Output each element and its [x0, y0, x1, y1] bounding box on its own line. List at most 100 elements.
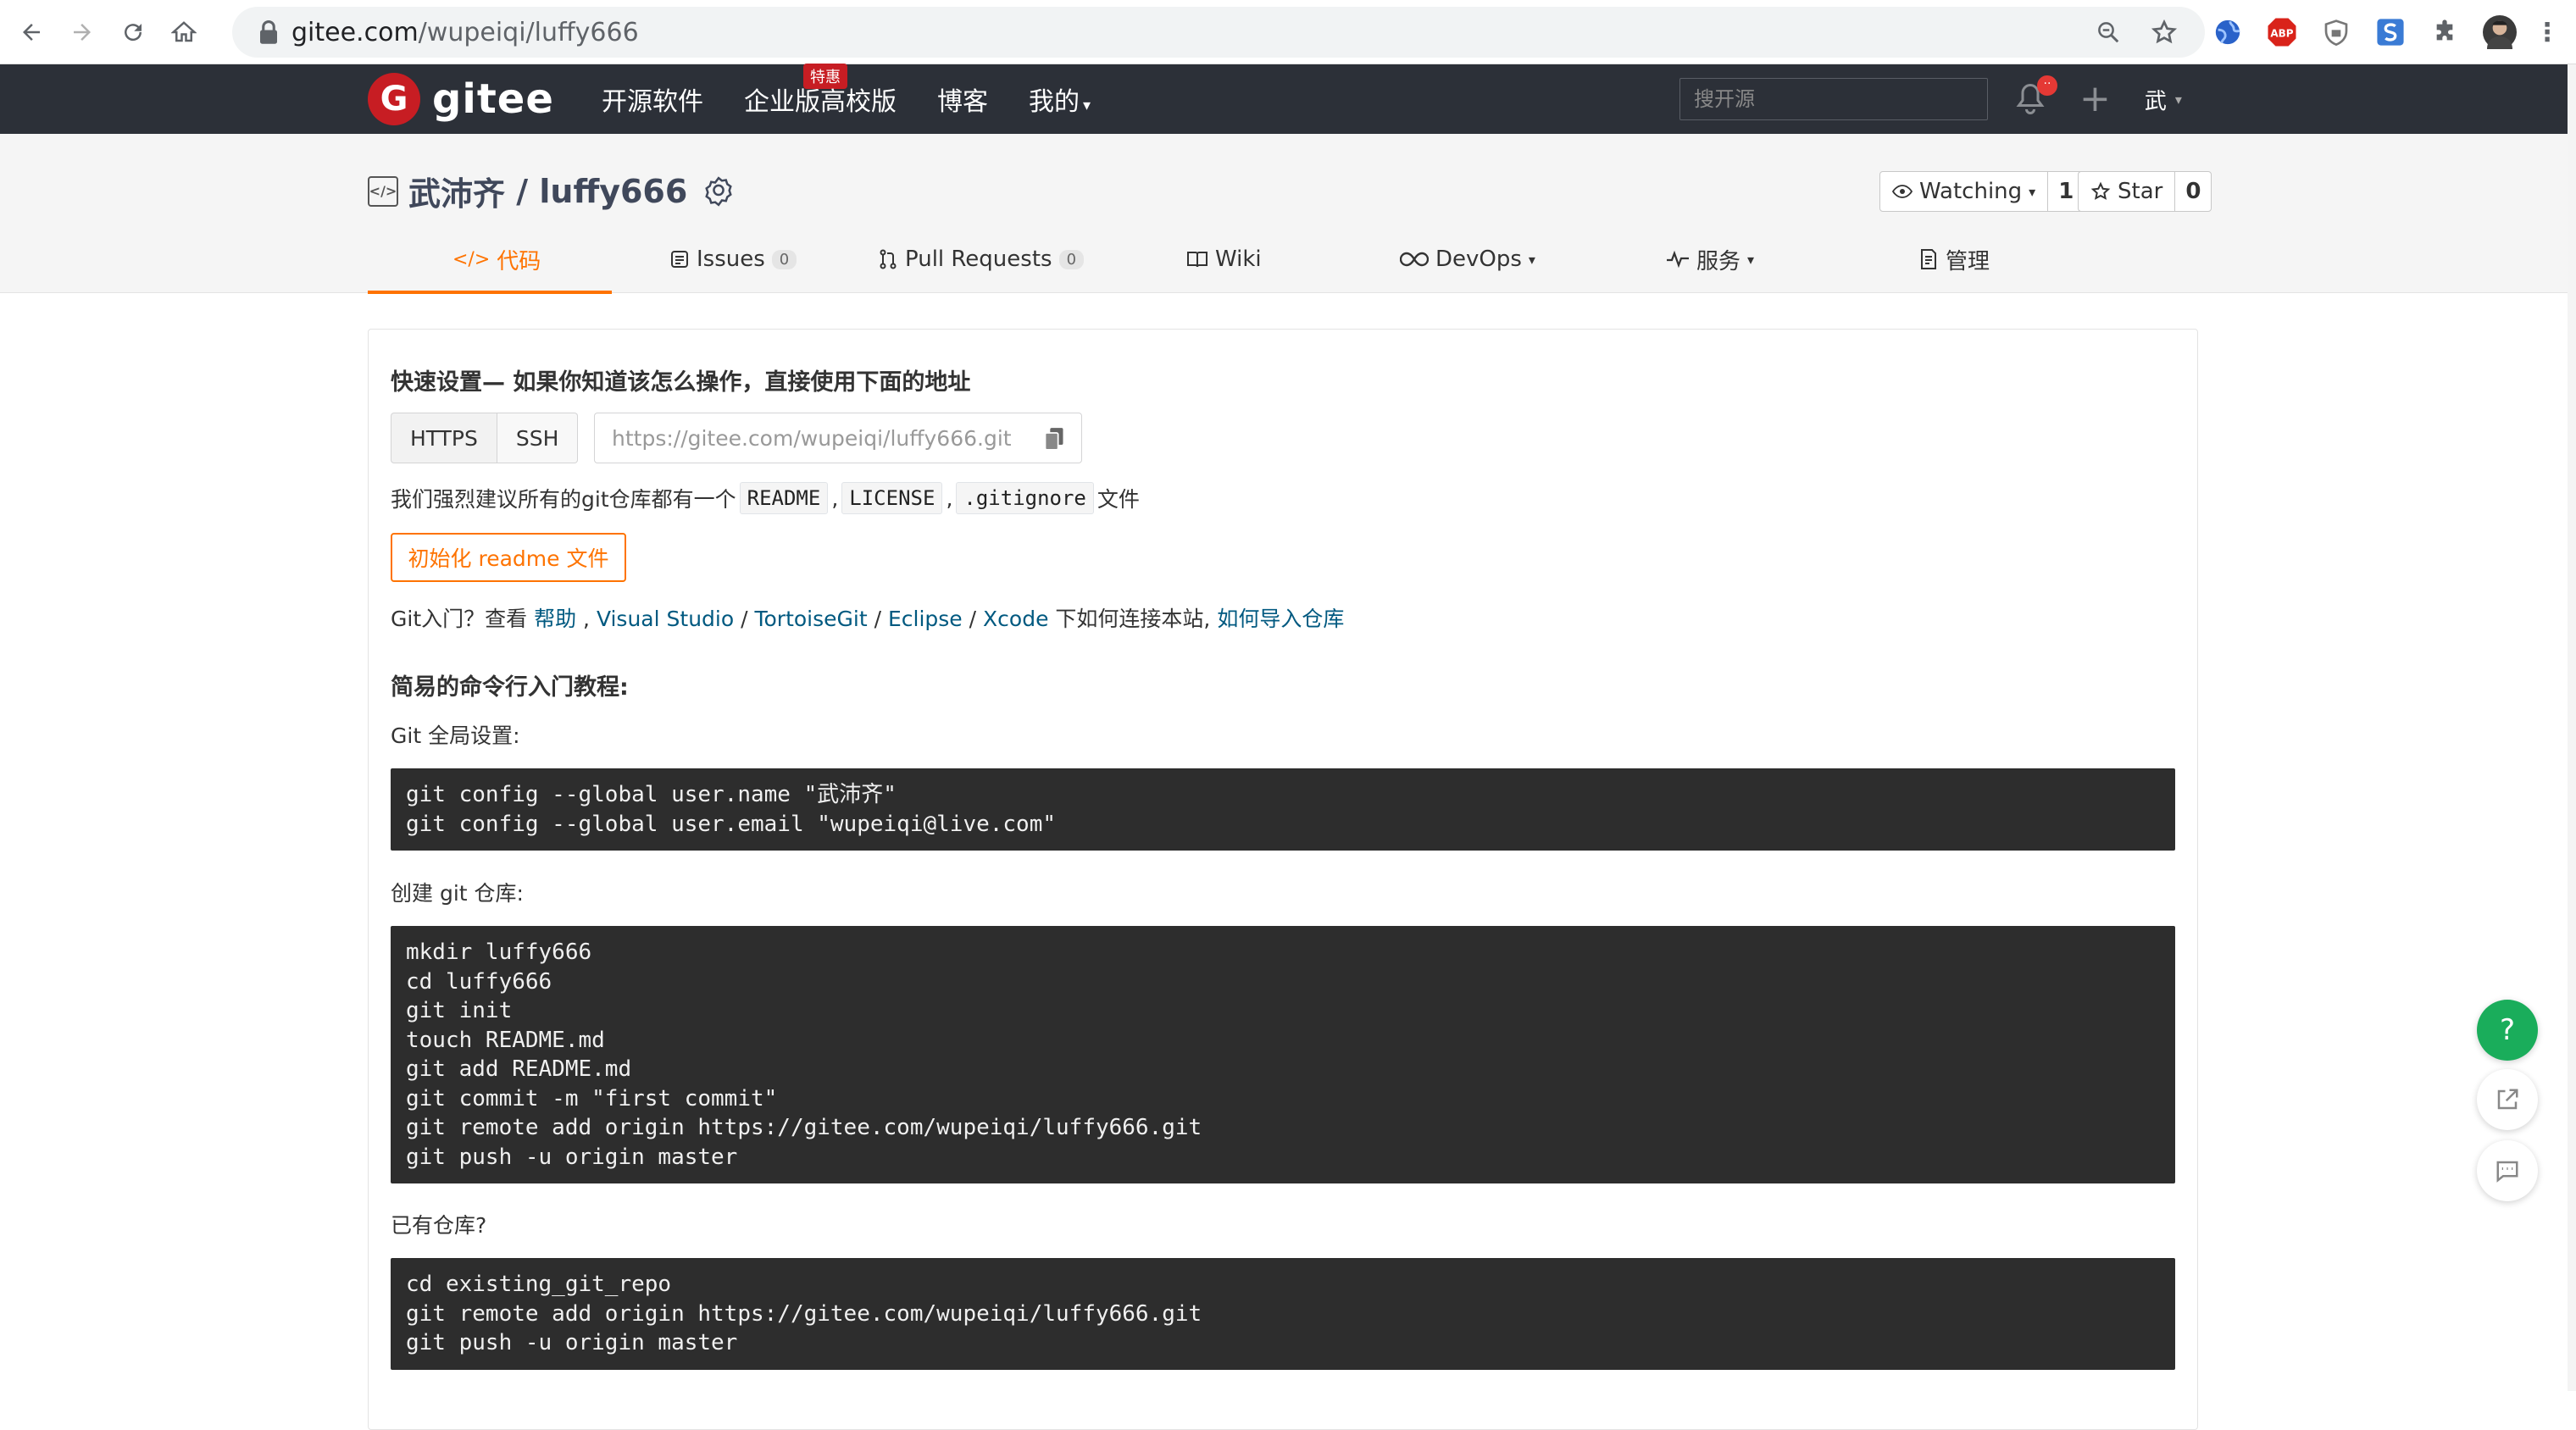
ssh-tab[interactable]: SSH: [497, 413, 579, 463]
git-help-middle: 下如何连接本站,: [1055, 607, 1211, 631]
notification-bell[interactable]: ··: [2015, 75, 2057, 116]
infinity-icon: [1400, 252, 1429, 267]
watch-button[interactable]: Watching ▾: [1880, 172, 2049, 211]
tab-pull-requests[interactable]: Pull Requests 0: [878, 225, 1085, 293]
repo-owner-link[interactable]: 武沛齐: [408, 168, 505, 214]
tab-issues[interactable]: Issues 0: [669, 225, 797, 293]
profile-avatar[interactable]: [2483, 15, 2517, 49]
tab-manage-label: 管理: [1946, 248, 1990, 274]
readme-tag: README: [739, 482, 829, 514]
recommend-files-text: 我们强烈建议所有的git仓库都有一个 README, LICENSE, .git…: [391, 482, 1140, 514]
protocol-switch: HTTPS SSH: [391, 413, 579, 463]
abp-extension-icon[interactable]: ABP: [2266, 16, 2298, 48]
gitee-logo-text: gitee: [432, 75, 554, 123]
nav-education[interactable]: 高校版: [820, 80, 897, 118]
eclipse-link[interactable]: Eclipse: [888, 607, 963, 631]
main-nav: 开源软件 企业版 特惠 高校版 博客 我的 ▾: [602, 64, 1131, 134]
tab-manage[interactable]: 管理: [1918, 225, 1990, 293]
bookmark-star-icon[interactable]: [2147, 15, 2181, 49]
nav-mine[interactable]: 我的 ▾: [1029, 80, 1091, 118]
caret-down-icon: ▾: [1083, 97, 1091, 114]
create-repo-label: 创建 git 仓库:: [391, 881, 524, 906]
globe-extension-icon[interactable]: [2212, 16, 2244, 48]
nav-open-source[interactable]: 开源软件: [602, 80, 703, 118]
lock-icon: [260, 19, 277, 44]
quick-setup-title: 快速设置— 如果你知道该怎么操作，直接使用下面的地址: [391, 369, 971, 396]
s-extension-icon[interactable]: [2374, 16, 2407, 48]
git-help-text: Git入门？查看 帮助 , Visual Studio / TortoiseGi…: [391, 607, 1345, 631]
feedback-float-button[interactable]: [2477, 1069, 2538, 1130]
tab-devops-label: DevOps: [1435, 247, 1522, 272]
chat-icon: [2496, 1161, 2518, 1183]
nav-enterprise[interactable]: 企业版 特惠: [744, 64, 847, 118]
init-readme-button[interactable]: 初始化 readme 文件: [391, 533, 626, 582]
clone-url-text: https://gitee.com/wupeiqi/luffy666.git: [612, 425, 1012, 451]
shield-extension-icon[interactable]: [2320, 16, 2352, 48]
copy-icon[interactable]: [1044, 427, 1064, 451]
import-repo-link[interactable]: 如何导入仓库: [1217, 607, 1344, 631]
create-plus-icon[interactable]: +: [2079, 80, 2111, 118]
gitee-logo[interactable]: G gitee: [368, 73, 554, 125]
issues-count-badge: 0: [771, 249, 797, 269]
repo-title: </> 武沛齐 / luffy666: [368, 168, 735, 214]
browser-menu-icon[interactable]: ⋮: [2534, 16, 2560, 48]
reload-button[interactable]: [114, 13, 153, 52]
repo-tabs: </> 代码 Issues 0 Pull Requests 0 Wiki Dev…: [368, 225, 2196, 294]
tab-pulls-label: Pull Requests: [905, 247, 1052, 272]
forward-button[interactable]: [63, 13, 102, 52]
caret-down-icon: ▾: [1528, 251, 1535, 268]
zoom-icon[interactable]: [2091, 15, 2125, 49]
https-tab[interactable]: HTTPS: [391, 413, 497, 463]
book-icon: [1187, 252, 1208, 268]
caret-down-icon: ▾: [1747, 251, 1755, 268]
question-icon: ?: [2499, 1013, 2516, 1047]
puzzle-extension-icon[interactable]: [2429, 16, 2461, 48]
search-input[interactable]: 搜开源: [1679, 78, 1988, 120]
back-arrow-icon: [23, 23, 40, 41]
repo-code-icon: </>: [368, 175, 398, 207]
project-header: </> 武沛齐 / luffy666 Watching ▾ 1 Star 0 <…: [0, 134, 2576, 294]
star-button-group: Star 0: [2078, 171, 2212, 212]
gitignore-tag: .gitignore: [956, 482, 1094, 514]
issues-icon: [671, 251, 688, 268]
help-float-button[interactable]: ?: [2477, 1000, 2538, 1061]
nav-blog[interactable]: 博客: [937, 80, 988, 118]
tutorial-title: 简易的命令行入门教程:: [391, 674, 629, 701]
help-link[interactable]: 帮助: [534, 607, 576, 631]
back-button[interactable]: [12, 13, 51, 52]
star-icon: [2090, 181, 2111, 200]
nav-mine-label: 我的: [1029, 87, 1080, 117]
license-tag: LICENSE: [841, 482, 943, 514]
site-header: G gitee 开源软件 企业版 特惠 高校版 博客 我的 ▾ 搜开源 ·· + …: [0, 64, 2576, 134]
svg-text:ABP: ABP: [2270, 27, 2293, 39]
browser-toolbar: gitee.com/wupeiqi/luffy666 ABP ⋮: [0, 0, 2576, 64]
address-bar[interactable]: gitee.com/wupeiqi/luffy666: [232, 7, 2205, 58]
star-button[interactable]: Star: [2079, 172, 2176, 211]
chat-float-button[interactable]: [2477, 1140, 2538, 1201]
repo-name-link[interactable]: luffy666: [539, 173, 687, 210]
user-menu[interactable]: 武 ▾: [2145, 84, 2182, 115]
share-edit-icon: [2497, 1089, 2518, 1110]
tab-wiki[interactable]: Wiki: [1186, 225, 1262, 293]
extension-bar: ABP ⋮: [2212, 7, 2560, 58]
tab-services-label: 服务: [1696, 248, 1741, 274]
star-label: Star: [2118, 179, 2163, 204]
tab-issues-label: Issues: [697, 247, 765, 272]
watch-label: Watching: [1919, 179, 2023, 204]
person-icon: [2487, 20, 2512, 49]
tortoisegit-link[interactable]: TortoiseGit: [754, 607, 867, 631]
tab-code[interactable]: </> 代码: [452, 225, 541, 293]
git-help-prefix: Git入门？查看: [391, 607, 528, 631]
home-button[interactable]: [164, 13, 203, 52]
star-count[interactable]: 0: [2175, 172, 2211, 211]
forward-arrow-icon: [74, 23, 91, 41]
xcode-link[interactable]: Xcode: [983, 607, 1048, 631]
global-setup-label: Git 全局设置:: [391, 723, 520, 748]
page-scrollbar[interactable]: [2568, 64, 2576, 1391]
tab-devops[interactable]: DevOps ▾: [1400, 225, 1535, 293]
url-path: /wupeiqi/luffy666: [418, 17, 639, 47]
clone-url-input[interactable]: https://gitee.com/wupeiqi/luffy666.git: [594, 413, 1082, 463]
tab-services[interactable]: 服务 ▾: [1666, 225, 1754, 293]
recommend-prefix: 我们强烈建议所有的git仓库都有一个: [391, 487, 736, 512]
visual-studio-link[interactable]: Visual Studio: [597, 607, 734, 631]
